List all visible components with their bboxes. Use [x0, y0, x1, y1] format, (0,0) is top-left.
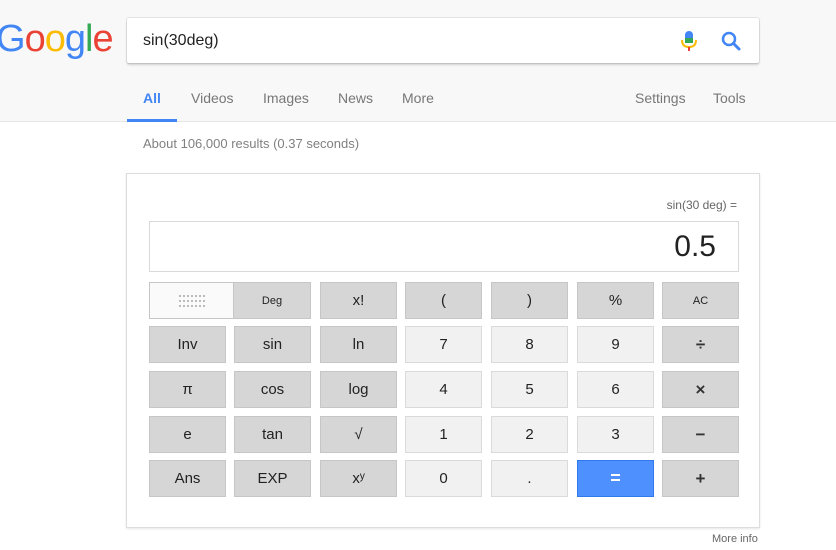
tab-news[interactable]: News	[338, 76, 373, 122]
header: Google All Videos Images News More Setti…	[0, 0, 836, 122]
pi-key[interactable]: π	[149, 371, 226, 408]
rad-option[interactable]	[150, 283, 234, 318]
digit-8-key[interactable]: 8	[491, 326, 568, 363]
close-paren-key[interactable]: )	[491, 282, 568, 319]
search-icon[interactable]	[719, 29, 743, 53]
plus-key[interactable]: +	[662, 460, 739, 497]
decimal-key[interactable]: .	[491, 460, 568, 497]
search-box	[127, 18, 759, 63]
ans-key[interactable]: Ans	[149, 460, 226, 497]
sin-key[interactable]: sin	[234, 326, 311, 363]
tab-videos[interactable]: Videos	[191, 76, 234, 122]
deg-option[interactable]: Deg	[234, 283, 310, 318]
tab-all[interactable]: All	[127, 76, 177, 122]
digit-3-key[interactable]: 3	[577, 416, 654, 453]
digit-1-key[interactable]: 1	[405, 416, 482, 453]
digit-4-key[interactable]: 4	[405, 371, 482, 408]
result-stats: About 106,000 results (0.37 seconds)	[143, 136, 360, 151]
tan-key[interactable]: tan	[234, 416, 311, 453]
calculator-expression: sin(30 deg) =	[666, 198, 737, 212]
mic-icon[interactable]	[679, 29, 699, 53]
digit-7-key[interactable]: 7	[405, 326, 482, 363]
calculator-display: 0.5	[149, 221, 739, 272]
calculator-card: sin(30 deg) = 0.5 Deg x! ( ) % AC Inv si…	[126, 173, 760, 528]
exp-key[interactable]: EXP	[234, 460, 311, 497]
open-paren-key[interactable]: (	[405, 282, 482, 319]
minus-key[interactable]: −	[662, 416, 739, 453]
all-clear-key[interactable]: AC	[662, 282, 739, 319]
power-key[interactable]: xʸ	[320, 460, 397, 497]
factorial-key[interactable]: x!	[320, 282, 397, 319]
tools-link[interactable]: Tools	[713, 76, 746, 120]
sqrt-key[interactable]: √	[320, 416, 397, 453]
digit-2-key[interactable]: 2	[491, 416, 568, 453]
tab-images[interactable]: Images	[263, 76, 309, 122]
digit-5-key[interactable]: 5	[491, 371, 568, 408]
google-logo[interactable]: Google	[0, 16, 114, 62]
log-key[interactable]: log	[320, 371, 397, 408]
settings-link[interactable]: Settings	[635, 76, 686, 120]
tab-more[interactable]: More	[402, 76, 434, 122]
digit-6-key[interactable]: 6	[577, 371, 654, 408]
percent-key[interactable]: %	[577, 282, 654, 319]
divide-key[interactable]: ÷	[662, 326, 739, 363]
dotted-grid-icon	[178, 294, 205, 307]
calculator-result: 0.5	[674, 230, 716, 263]
multiply-key[interactable]: ×	[662, 371, 739, 408]
ln-key[interactable]: ln	[320, 326, 397, 363]
rad-deg-toggle[interactable]: Deg	[149, 282, 311, 319]
inverse-key[interactable]: Inv	[149, 326, 226, 363]
more-info-link[interactable]: More info	[712, 533, 758, 545]
equals-key[interactable]: =	[577, 460, 654, 497]
digit-9-key[interactable]: 9	[577, 326, 654, 363]
digit-0-key[interactable]: 0	[405, 460, 482, 497]
e-key[interactable]: e	[149, 416, 226, 453]
search-input[interactable]	[143, 18, 663, 63]
cos-key[interactable]: cos	[234, 371, 311, 408]
